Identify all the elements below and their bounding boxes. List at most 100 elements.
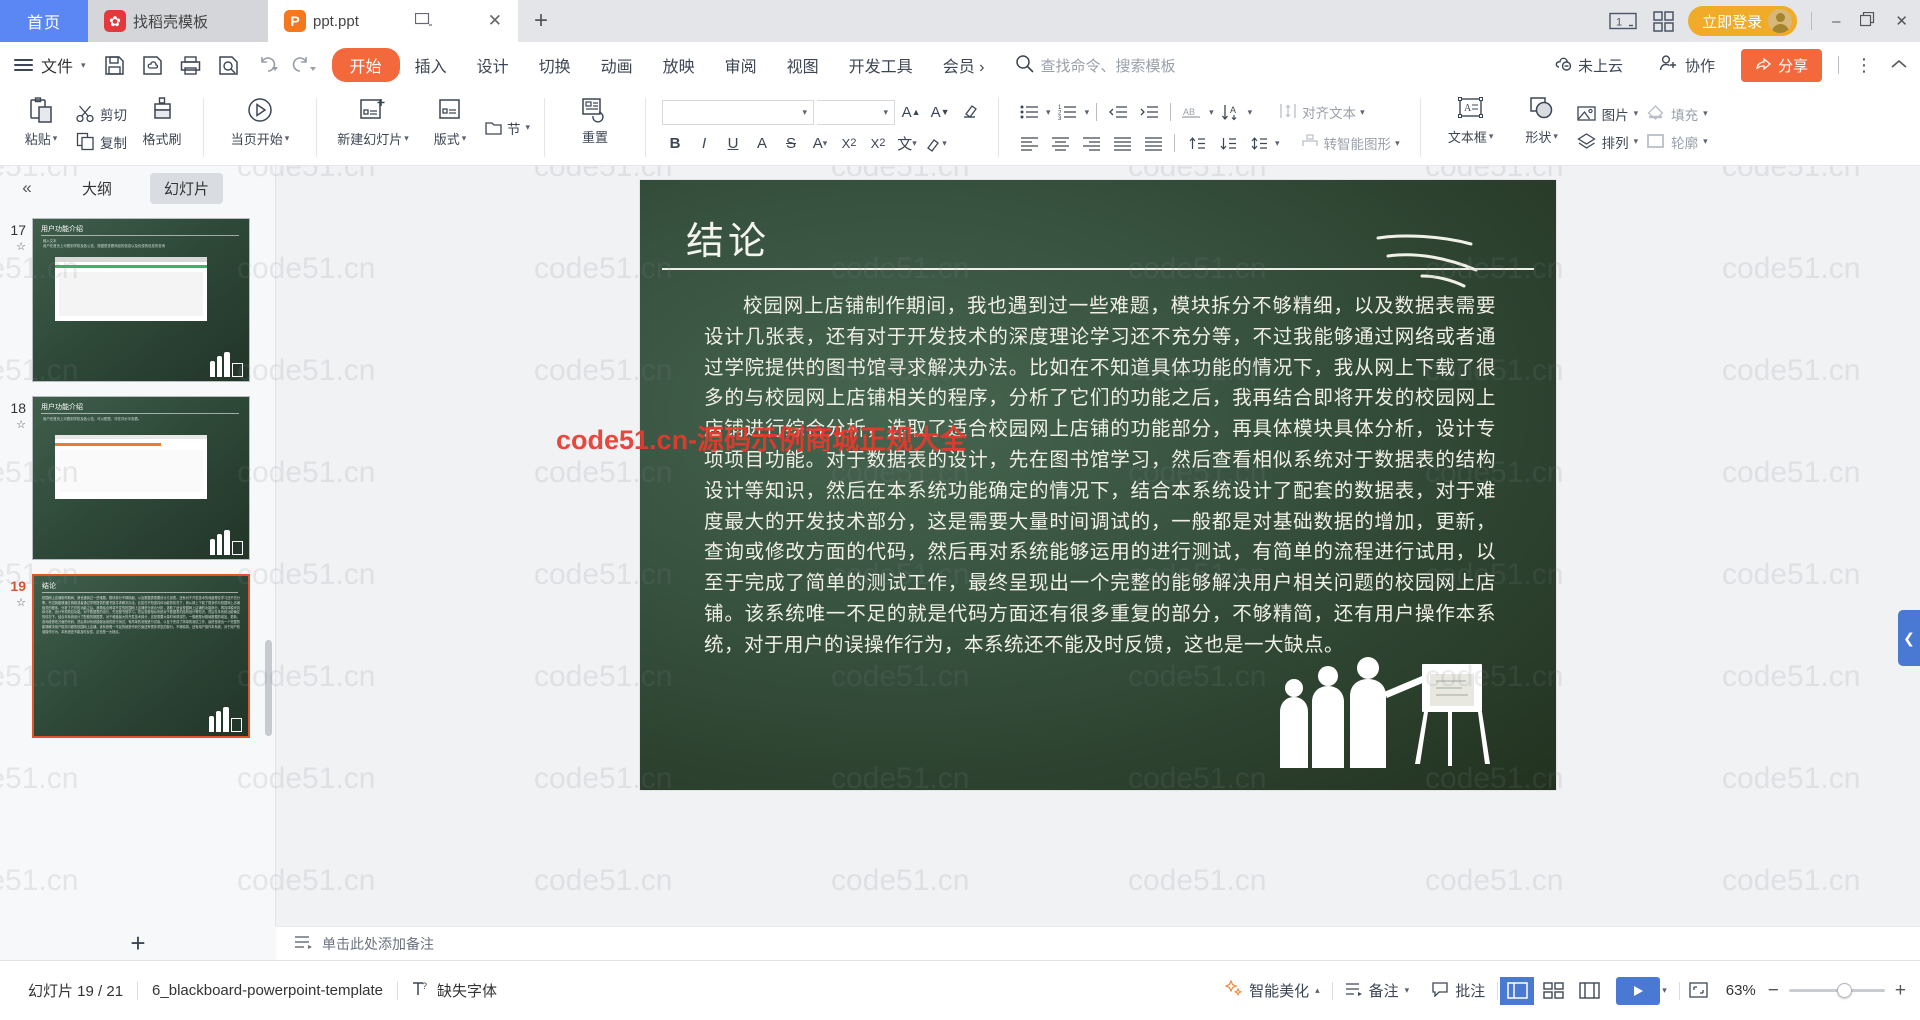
character-spacing-icon[interactable]: 文 ▾ [894,130,920,156]
increase-indent-icon[interactable] [1135,99,1163,125]
tab-outline[interactable]: 大纲 [68,173,126,204]
new-slide-button[interactable]: 新建幻灯片 ▾ [327,90,419,165]
zoom-track[interactable] [1788,983,1885,998]
picture-button[interactable]: 图片 ▾ [1573,102,1643,126]
bullet-list-icon[interactable] [1015,99,1043,125]
align-left-icon[interactable] [1015,130,1043,156]
sort-icon[interactable]: A [1217,99,1245,125]
tab-transition[interactable]: 切换 [524,48,586,82]
outline-button[interactable]: 轮廓 ▾ [1642,130,1712,154]
file-menu[interactable]: 文件 ▾ [14,53,86,77]
line-spacing-up-icon[interactable] [1182,130,1210,156]
decrease-font-size-icon[interactable]: A ▼ [927,99,953,125]
text-direction-icon[interactable]: AB [1178,99,1206,125]
superscript-icon[interactable]: X2 [836,130,862,156]
clear-format-icon[interactable] [956,99,982,125]
underline-icon[interactable]: U [720,130,746,156]
fit-to-window-icon[interactable] [1682,977,1716,1005]
thumbnail-slide-17[interactable]: 用户功能介绍 输入文本 用户在首页上可看到学校及各公告，按图是查看商品的信息以及优… [32,218,250,382]
slide-editor[interactable]: 结论 校园网上店铺制作期间，我也遇到过一些难题，模块拆分不够精细，以及数据表需要… [640,180,1556,790]
start-from-current-button[interactable]: 当页开始 ▾ [214,90,306,165]
missing-font-button[interactable]: ? 缺失字体 [398,980,511,1001]
slide-body-text[interactable]: 校园网上店铺制作期间，我也遇到过一些难题，模块拆分不够精细，以及数据表需要设计几… [704,292,1496,662]
scrollbar-thumb[interactable] [265,640,272,736]
thumbnail-slide-19[interactable]: 结论 校园网上店铺制作期间，我也遇到过一些难题，模块拆分不够精细，以及数据表需要… [32,574,250,738]
shape-button[interactable]: 形状 ▾ [1511,90,1573,165]
zoom-slider[interactable]: − + [1768,980,1906,1002]
tab-slideshow[interactable]: 放映 [648,48,710,82]
decrease-indent-icon[interactable] [1104,99,1132,125]
fill-button[interactable]: 填充 ▾ [1642,102,1712,126]
paste-button[interactable]: 粘贴 ▾ [10,90,72,165]
new-tab-button[interactable]: + [518,0,564,42]
minimize-button[interactable]: – [1832,13,1840,30]
tab-slides[interactable]: 幻灯片 [150,172,224,204]
search-input[interactable]: 查找命令、搜索模板 [1040,55,1175,76]
bold-icon[interactable]: B [662,130,688,156]
layout-button[interactable]: 版式 ▾ [419,90,481,165]
undo-icon[interactable] [250,49,284,81]
restore-button[interactable] [1860,11,1875,31]
format-painter-button[interactable]: 格式刷 [131,90,193,165]
align-text-button[interactable]: 对齐文本 ▾ [1274,102,1369,123]
list-item[interactable]: 18 ☆ 用户功能介绍 用户在首页上可看到学校及各公告，可以配是，可在评价中查看… [0,392,275,570]
italic-icon[interactable]: I [691,130,717,156]
section-button[interactable]: 节 ▾ [481,116,534,140]
strikethrough-icon[interactable]: S [778,130,804,156]
login-button[interactable]: 立即登录 [1688,6,1798,36]
home-tab[interactable]: 首页 [0,0,88,42]
play-slideshow-button[interactable] [1616,976,1661,1005]
subscript-icon[interactable]: X2 [865,130,891,156]
double-chevron-left-icon[interactable]: « [10,178,44,198]
highlight-icon[interactable]: ▾ [923,130,949,156]
redo-icon[interactable] [288,49,322,81]
save-as-cloud-icon[interactable] [136,49,170,81]
textbox-button[interactable]: A 文本框 ▾ [1431,90,1511,165]
arrange-button[interactable]: 排列 ▾ [1573,130,1643,154]
collaborate-button[interactable]: 协作 [1649,50,1725,80]
zoom-knob[interactable] [1836,983,1852,998]
justify-icon[interactable] [1108,130,1136,156]
add-slide-button[interactable]: + [130,928,145,959]
tab-insert[interactable]: 插入 [400,48,462,82]
line-spacing-down-icon[interactable] [1213,130,1241,156]
cloud-status-button[interactable]: 未上云 [1542,50,1633,80]
chevron-up-icon[interactable] [1890,57,1908,74]
align-center-icon[interactable] [1046,130,1074,156]
cut-button[interactable]: 剪切 [72,102,131,126]
search-box[interactable]: 查找命令、搜索模板 [1015,54,1175,77]
tab-developer[interactable]: 开发工具 [834,48,928,82]
slide-sorter-icon[interactable] [1536,977,1570,1005]
expand-panel-button[interactable]: ❮ [1898,610,1920,666]
comment-button[interactable]: 批注 [1421,976,1495,1005]
align-right-icon[interactable] [1077,130,1105,156]
distribute-icon[interactable] [1139,130,1167,156]
font-color-icon[interactable]: A ▾ [807,130,833,156]
beautify-button[interactable]: 智能美化 ▴ [1215,976,1330,1006]
font-name-input[interactable]: ▾ [662,99,815,125]
tab-find-template[interactable]: ✿ 找稻壳模板 [88,0,268,42]
grid-icon[interactable] [1653,10,1674,32]
font-size-input[interactable]: ▾ [817,99,896,125]
tab-design[interactable]: 设计 [462,48,524,82]
line-spacing-icon[interactable] [1244,130,1272,156]
tab-view[interactable]: 视图 [772,48,834,82]
thumbnail-slide-18[interactable]: 用户功能介绍 用户在首页上可看到学校及各公告，可以配是，可在评价中查看。 [32,396,250,560]
zoom-out-button[interactable]: − [1768,980,1779,1002]
tab-start[interactable]: 开始 [331,48,400,82]
tab-ppt-file[interactable]: P ppt.ppt ✕ [268,0,518,42]
thumbnail-scrollbar[interactable] [265,210,273,926]
increase-font-size-icon[interactable]: A ▲ [898,99,924,125]
copy-button[interactable]: 复制 [72,130,131,154]
slide-title[interactable]: 结论 [686,210,770,265]
list-item[interactable]: 17 ☆ 用户功能介绍 输入文本 用户在首页上可看到学校及各公告，按图是查看商品的… [0,214,275,392]
page-count-icon[interactable]: 1 [1609,11,1639,31]
numbered-list-icon[interactable]: 123 [1054,99,1082,125]
save-icon[interactable] [98,49,132,81]
tab-member[interactable]: 会员 › [928,48,1000,82]
zoom-in-button[interactable]: + [1895,980,1906,1002]
normal-view-icon[interactable] [1500,976,1535,1005]
reading-view-icon[interactable] [1572,977,1606,1005]
close-button[interactable]: ✕ [1895,12,1908,30]
print-preview-icon[interactable] [212,49,246,81]
